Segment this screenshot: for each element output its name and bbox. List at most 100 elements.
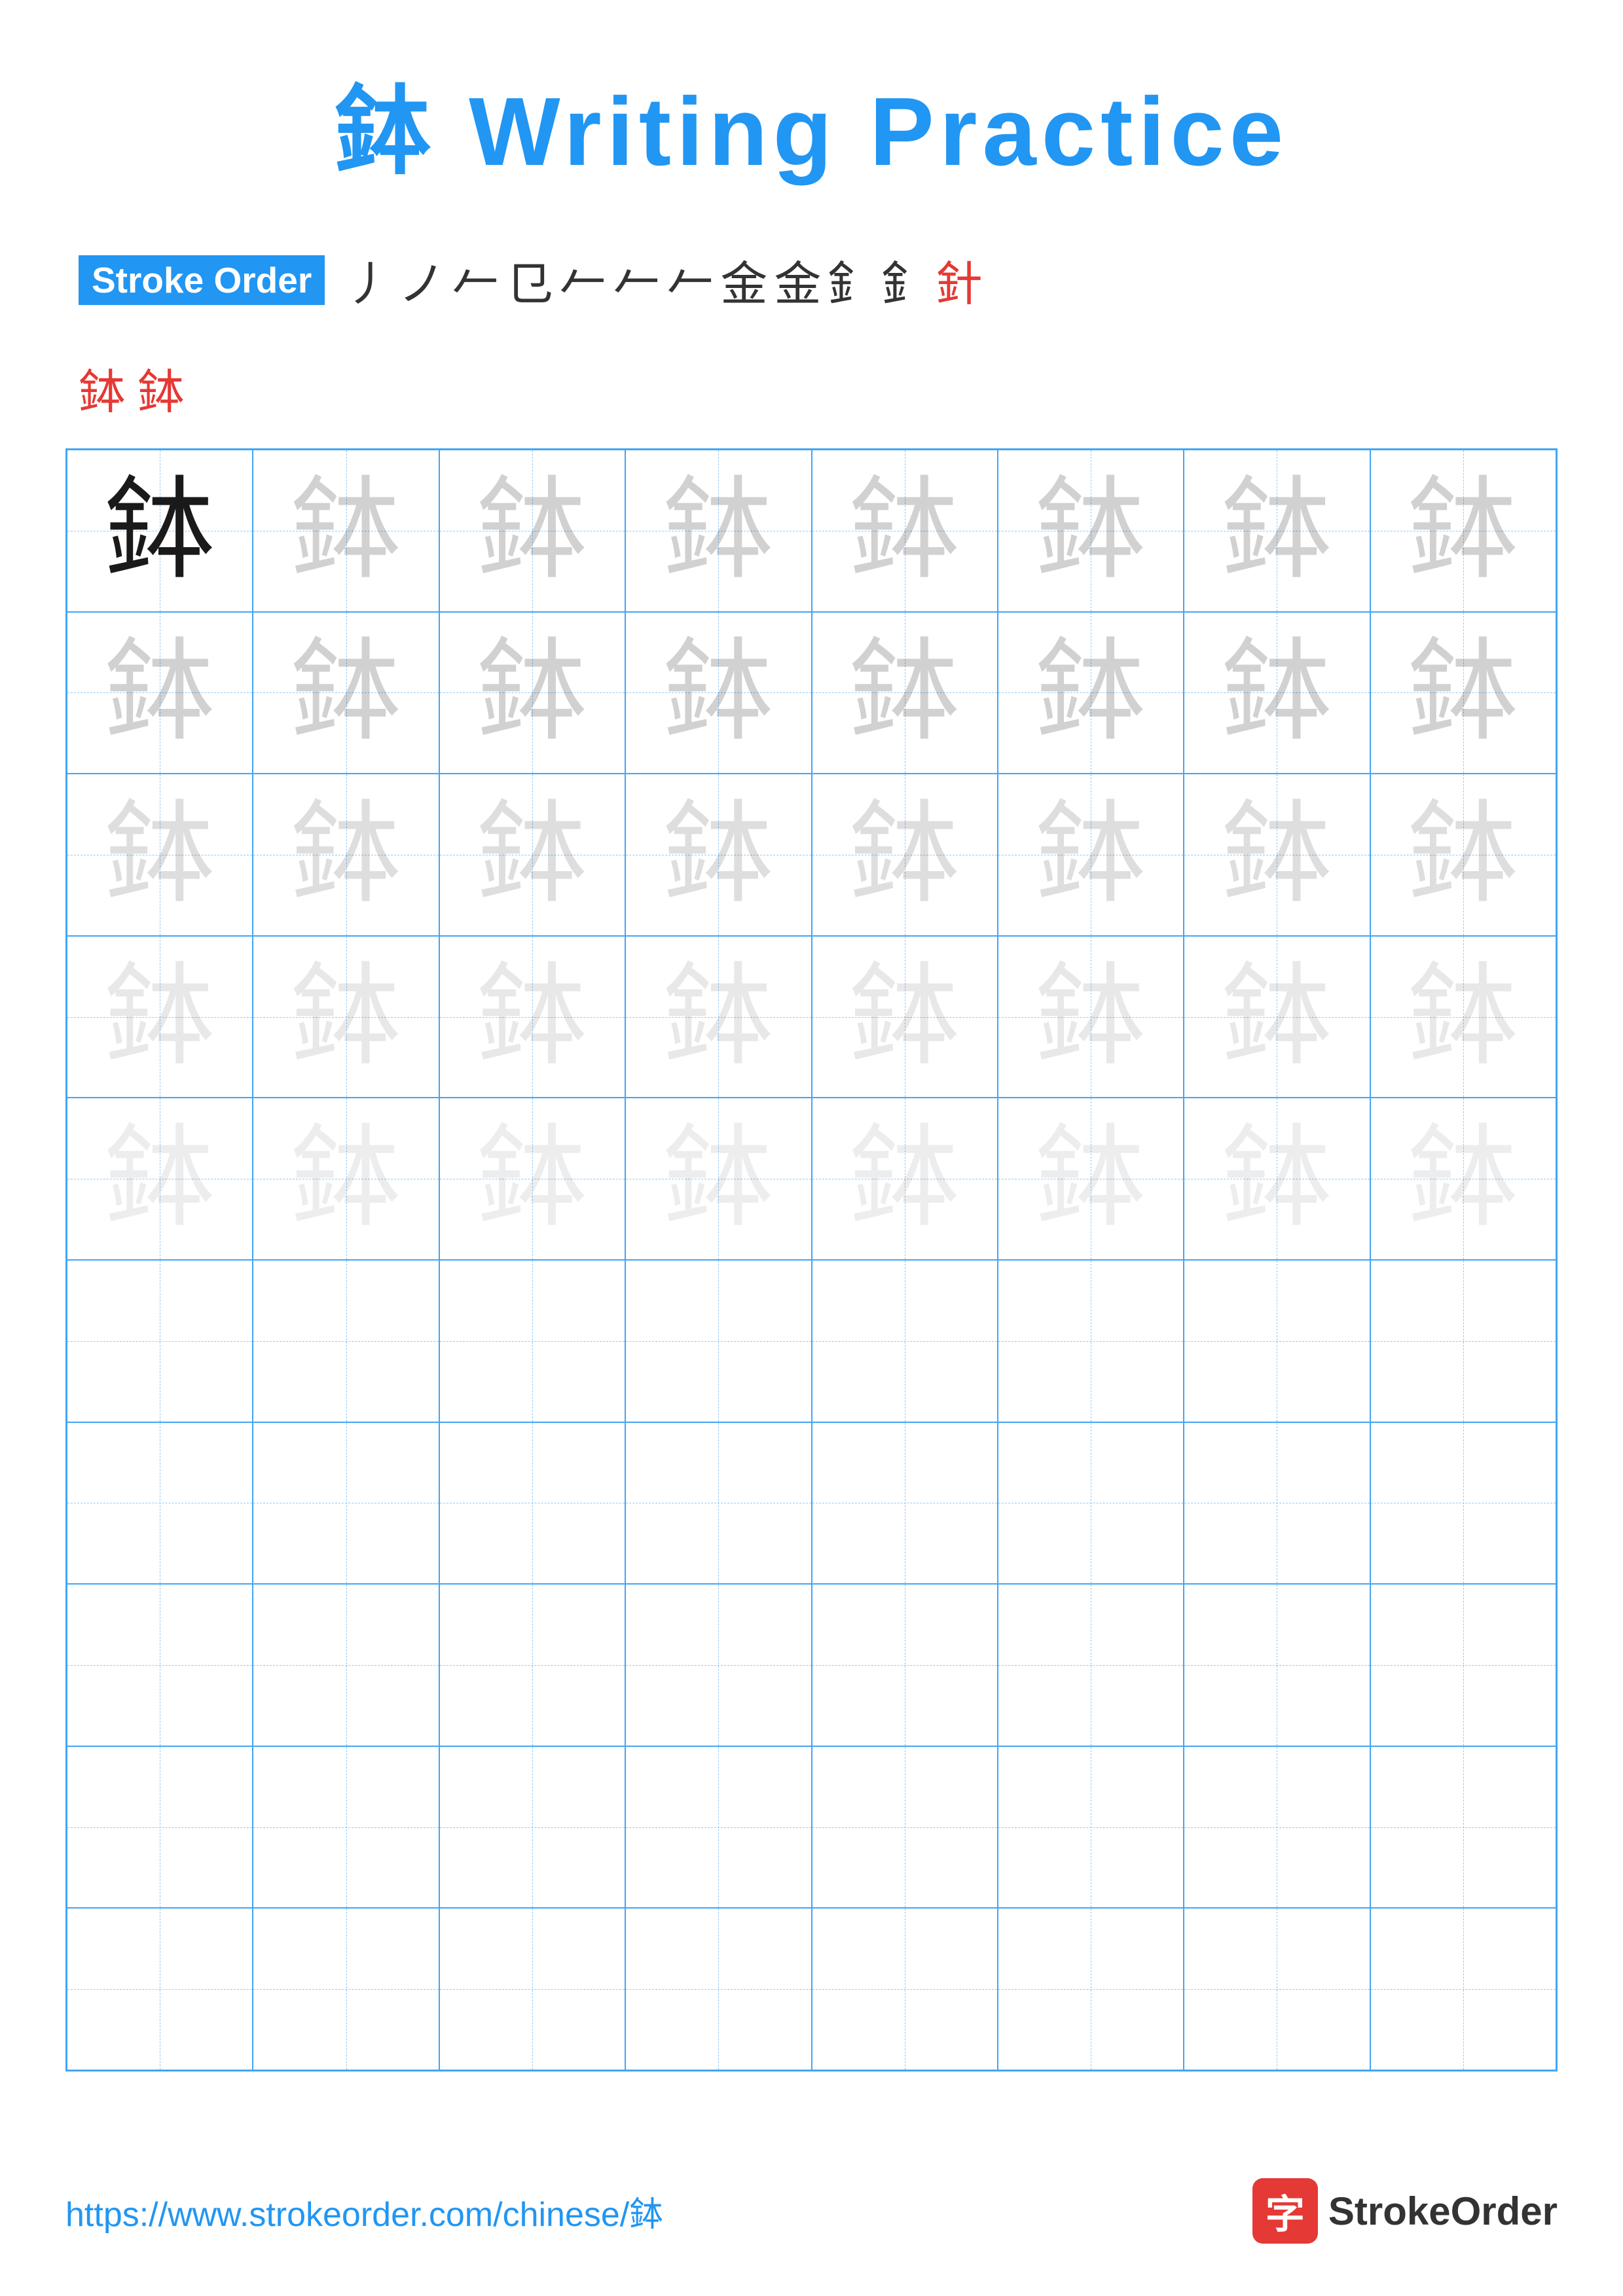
char-r3c4: 鉢 — [663, 799, 774, 910]
grid-cell-r6c1[interactable] — [67, 1260, 253, 1422]
grid-cell-r1c3: 鉢 — [439, 450, 625, 612]
char-r3c5: 鉢 — [849, 799, 960, 910]
grid-cell-r10c4[interactable] — [625, 1908, 811, 2070]
grid-cell-r5c4: 鉢 — [625, 1098, 811, 1260]
grid-cell-r9c7[interactable] — [1184, 1746, 1370, 1909]
char-r4c3: 鉢 — [477, 961, 588, 1073]
grid-cell-r8c7[interactable] — [1184, 1584, 1370, 1746]
grid-cell-r7c7[interactable] — [1184, 1422, 1370, 1585]
grid-cell-r6c4[interactable] — [625, 1260, 811, 1422]
char-r3c7: 鉢 — [1221, 799, 1332, 910]
char-r2c7: 鉢 — [1221, 637, 1332, 748]
char-r1c6: 鉢 — [1035, 475, 1146, 586]
grid-cell-r10c5[interactable] — [812, 1908, 998, 2070]
grid-cell-r8c8[interactable] — [1370, 1584, 1556, 1746]
grid-cell-r10c7[interactable] — [1184, 1908, 1370, 2070]
char-r5c4: 鉢 — [663, 1123, 774, 1234]
char-r3c1: 鉢 — [104, 799, 215, 910]
grid-cell-r4c1: 鉢 — [67, 936, 253, 1098]
stroke-order-label: Stroke Order — [79, 255, 325, 305]
char-r2c8: 鉢 — [1408, 637, 1519, 748]
grid-cell-r10c3[interactable] — [439, 1908, 625, 2070]
char-r2c3: 鉢 — [477, 637, 588, 748]
grid-cell-r3c6: 鉢 — [998, 774, 1184, 936]
grid-cell-r6c8[interactable] — [1370, 1260, 1556, 1422]
page-title: 鉢 Writing Practice — [65, 52, 1558, 193]
grid-cell-r4c2: 鉢 — [253, 936, 439, 1098]
grid-cell-r6c7[interactable] — [1184, 1260, 1370, 1422]
grid-cell-r7c3[interactable] — [439, 1422, 625, 1585]
grid-cell-r6c3[interactable] — [439, 1260, 625, 1422]
char-r5c3: 鉢 — [477, 1123, 588, 1234]
grid-cell-r2c1: 鉢 — [67, 612, 253, 774]
grid-cell-r2c8: 鉢 — [1370, 612, 1556, 774]
grid-cell-r3c5: 鉢 — [812, 774, 998, 936]
char-r5c7: 鉢 — [1221, 1123, 1332, 1234]
grid-cell-r8c5[interactable] — [812, 1584, 998, 1746]
grid-cell-r8c4[interactable] — [625, 1584, 811, 1746]
grid-cell-r7c8[interactable] — [1370, 1422, 1556, 1585]
grid-cell-r10c1[interactable] — [67, 1908, 253, 2070]
grid-cell-r9c2[interactable] — [253, 1746, 439, 1909]
char-r1c7: 鉢 — [1221, 475, 1332, 586]
grid-cell-r2c3: 鉢 — [439, 612, 625, 774]
title-text: Writing Practice — [437, 78, 1288, 186]
char-r5c8: 鉢 — [1408, 1123, 1519, 1234]
grid-cell-r7c1[interactable] — [67, 1422, 253, 1585]
grid-cell-r2c7: 鉢 — [1184, 612, 1370, 774]
char-r4c2: 鉢 — [291, 961, 402, 1073]
char-r3c8: 鉢 — [1408, 799, 1519, 910]
footer-url[interactable]: https://www.strokeorder.com/chinese/鉢 — [65, 2187, 663, 2236]
stroke-1: 丿 — [344, 245, 392, 314]
grid-cell-r3c4: 鉢 — [625, 774, 811, 936]
char-r4c6: 鉢 — [1035, 961, 1146, 1073]
grid-cell-r1c4: 鉢 — [625, 450, 811, 612]
grid-cell-r9c5[interactable] — [812, 1746, 998, 1909]
footer-logo: 字 StrokeOrder — [1252, 2178, 1558, 2244]
grid-cell-r2c2: 鉢 — [253, 612, 439, 774]
char-r2c5: 鉢 — [849, 637, 960, 748]
grid-cell-r8c2[interactable] — [253, 1584, 439, 1746]
grid-cell-r9c3[interactable] — [439, 1746, 625, 1909]
grid-cell-r7c5[interactable] — [812, 1422, 998, 1585]
grid-cell-r8c3[interactable] — [439, 1584, 625, 1746]
grid-cell-r9c1[interactable] — [67, 1746, 253, 1909]
grid-cell-r8c1[interactable] — [67, 1584, 253, 1746]
grid-cell-r5c7: 鉢 — [1184, 1098, 1370, 1260]
grid-cell-r10c2[interactable] — [253, 1908, 439, 2070]
grid-cell-r1c1: 鉢 — [67, 450, 253, 612]
char-r4c8: 鉢 — [1408, 961, 1519, 1073]
grid-cell-r4c5: 鉢 — [812, 936, 998, 1098]
grid-cell-r1c6: 鉢 — [998, 450, 1184, 612]
grid-cell-r2c5: 鉢 — [812, 612, 998, 774]
stroke-11: 釒 — [881, 245, 928, 314]
grid-cell-r9c8[interactable] — [1370, 1746, 1556, 1909]
grid-cell-r7c2[interactable] — [253, 1422, 439, 1585]
char-r5c5: 鉢 — [849, 1123, 960, 1234]
grid-cell-r9c4[interactable] — [625, 1746, 811, 1909]
grid-cell-r6c6[interactable] — [998, 1260, 1184, 1422]
grid-cell-r1c7: 鉢 — [1184, 450, 1370, 612]
char-r1c5: 鉢 — [849, 475, 960, 586]
char-r2c6: 鉢 — [1035, 637, 1146, 748]
grid-cell-r6c2[interactable] — [253, 1260, 439, 1422]
stroke-13: 鉢 — [79, 353, 126, 422]
char-r5c1: 鉢 — [104, 1123, 215, 1234]
grid-cell-r7c6[interactable] — [998, 1422, 1184, 1585]
char-r3c6: 鉢 — [1035, 799, 1146, 910]
char-r2c4: 鉢 — [663, 637, 774, 748]
grid-cell-r5c3: 鉢 — [439, 1098, 625, 1260]
writing-grid: 鉢 鉢 鉢 鉢 鉢 鉢 鉢 鉢 鉢 鉢 鉢 — [65, 448, 1558, 2072]
grid-cell-r10c6[interactable] — [998, 1908, 1184, 2070]
grid-cell-r3c8: 鉢 — [1370, 774, 1556, 936]
grid-cell-r10c8[interactable] — [1370, 1908, 1556, 2070]
stroke-10: 釒 — [828, 245, 875, 314]
grid-cell-r4c7: 鉢 — [1184, 936, 1370, 1098]
grid-cell-r9c6[interactable] — [998, 1746, 1184, 1909]
grid-cell-r7c4[interactable] — [625, 1422, 811, 1585]
stroke-4: 㔾 — [505, 245, 553, 314]
grid-cell-r8c6[interactable] — [998, 1584, 1184, 1746]
grid-cell-r2c6: 鉢 — [998, 612, 1184, 774]
grid-cell-r6c5[interactable] — [812, 1260, 998, 1422]
page: 鉢 Writing Practice Stroke Order 丿 ノ 𠂉 㔾 … — [0, 0, 1623, 2296]
